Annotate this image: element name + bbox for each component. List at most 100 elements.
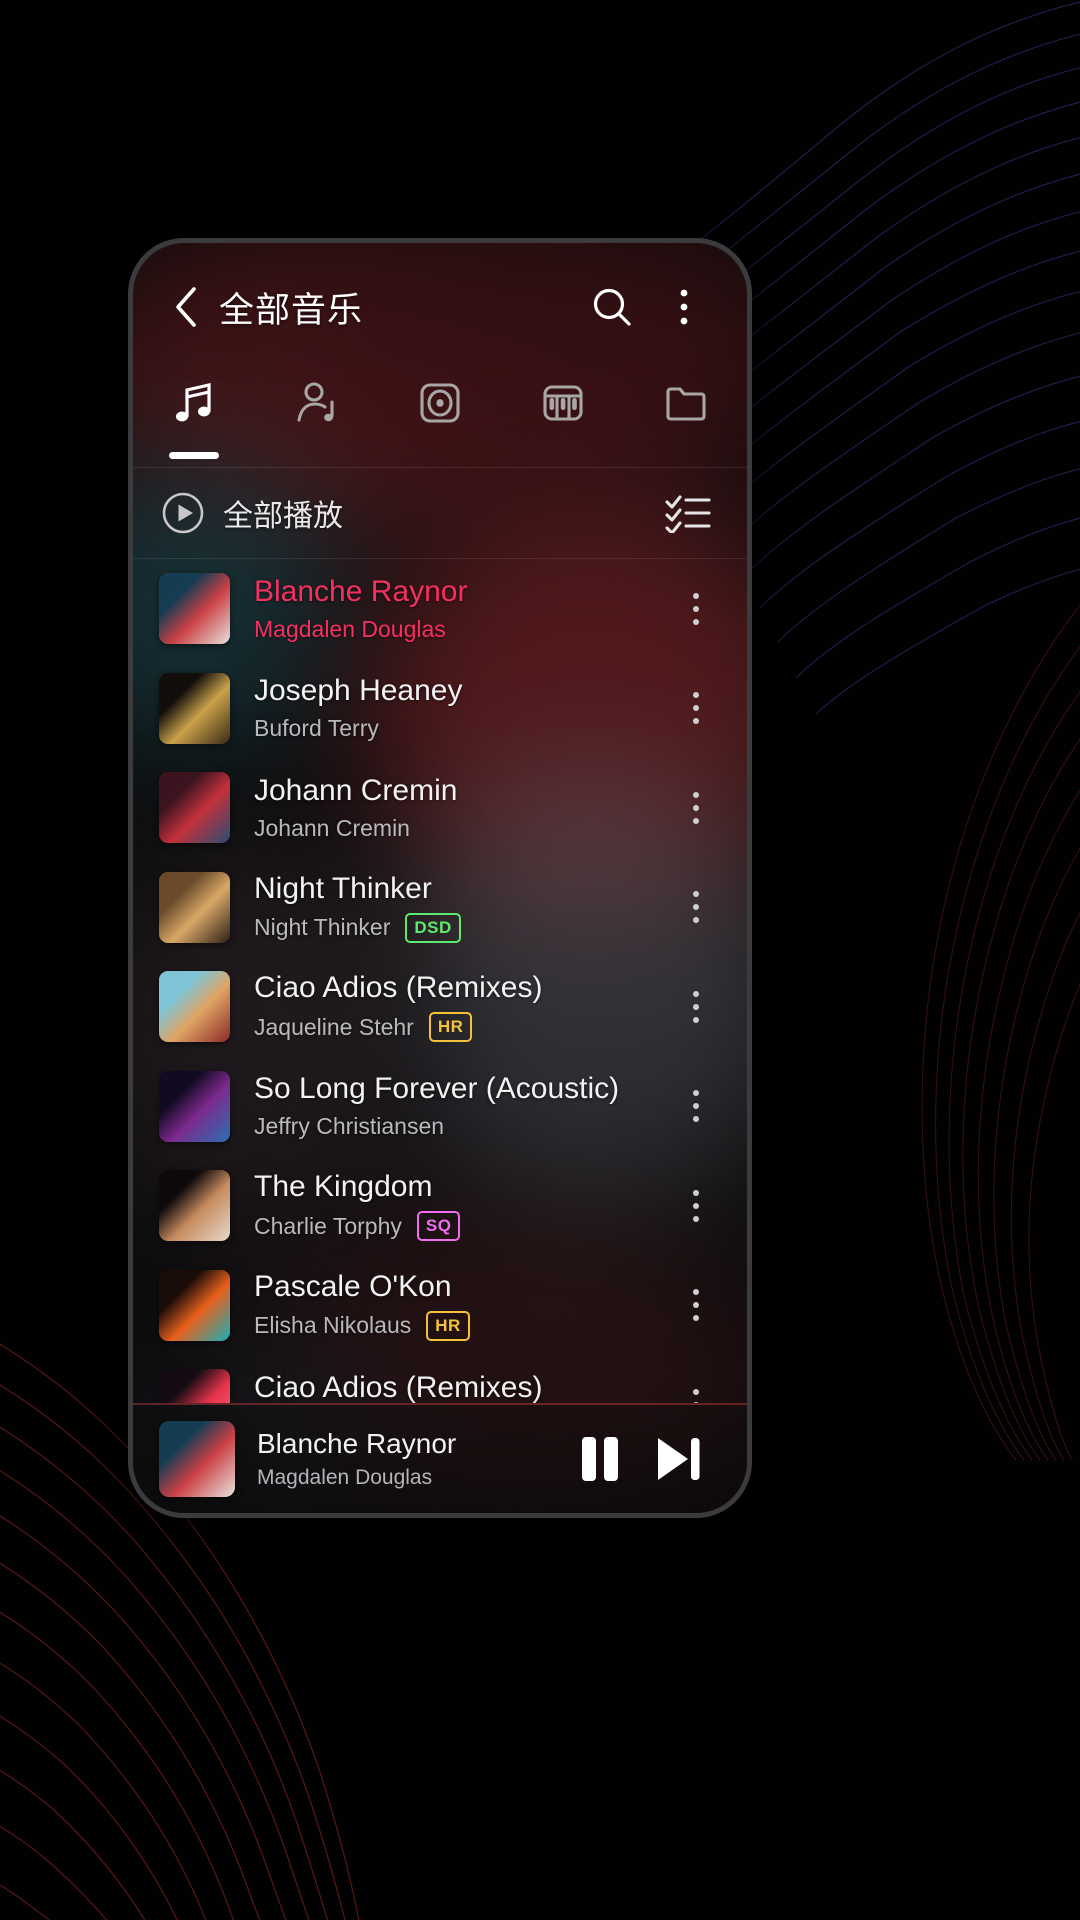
- track-artwork: [159, 1369, 230, 1403]
- app-bar: 全部音乐: [133, 243, 747, 371]
- track-artwork: [159, 1170, 230, 1242]
- now-playing-artist: Magdalen Douglas: [257, 1466, 433, 1489]
- track-artwork: [159, 672, 230, 744]
- track-row[interactable]: Ciao Adios (Remixes) Jaqueline Stehr HR: [133, 957, 747, 1057]
- more-vertical-icon: [693, 592, 699, 625]
- screenshot-root: 全部音乐 全部播放 Blanche Raynor Magdalen Dougla…: [0, 0, 1080, 1920]
- track-artist: Elisha Nikolaus: [254, 1312, 412, 1339]
- chevron-left-icon: [176, 287, 196, 327]
- track-subline: Buford Terry: [254, 715, 669, 742]
- now-playing-title: Blanche Raynor: [257, 1428, 457, 1459]
- track-artwork: [159, 871, 230, 943]
- track-artwork: [159, 1070, 230, 1142]
- track-overflow-button[interactable]: [669, 1069, 723, 1143]
- track-meta: The Kingdom Charlie Torphy SQ: [254, 1170, 669, 1242]
- track-overflow-button[interactable]: [669, 671, 723, 745]
- pause-icon: [582, 1437, 618, 1481]
- track-title: Ciao Adios (Remixes): [254, 1370, 543, 1403]
- now-playing-meta[interactable]: Blanche Raynor Magdalen Douglas: [257, 1428, 561, 1490]
- phone-device-frame: 全部音乐 全部播放 Blanche Raynor Magdalen Dougla…: [128, 238, 752, 1518]
- quality-badge-hr: HR: [428, 1012, 473, 1043]
- track-overflow-button[interactable]: [669, 1268, 723, 1342]
- search-button[interactable]: [583, 278, 641, 336]
- pause-button[interactable]: [561, 1420, 639, 1498]
- track-list[interactable]: Blanche Raynor Magdalen Douglas Joseph Hea…: [133, 559, 747, 1403]
- artist-icon: [292, 375, 342, 431]
- track-row[interactable]: Johann Cremin Johann Cremin: [133, 758, 747, 858]
- page-title: 全部音乐: [219, 290, 364, 330]
- tab-songs[interactable]: [133, 371, 256, 467]
- track-title: Blanche Raynor: [254, 574, 468, 608]
- play-all-bar: 全部播放: [133, 468, 747, 558]
- music-note-icon: [169, 375, 219, 431]
- multi-select-button[interactable]: [659, 484, 717, 542]
- next-track-button[interactable]: [639, 1420, 717, 1498]
- track-title: Johann Cremin: [254, 773, 458, 807]
- track-overflow-button[interactable]: [669, 771, 723, 845]
- topographic-lines-right: [921, 604, 1080, 1460]
- more-vertical-icon: [693, 692, 699, 725]
- overflow-menu-button[interactable]: [655, 278, 713, 336]
- track-row[interactable]: Joseph Heaney Buford Terry: [133, 659, 747, 759]
- track-artwork: [159, 772, 230, 844]
- track-row[interactable]: Pascale O'Kon Elisha Nikolaus HR: [133, 1256, 747, 1356]
- track-meta: Ciao Adios (Remixes) Jaqueline Stehr HR: [254, 971, 669, 1043]
- play-all-label: 全部播放: [223, 500, 343, 533]
- back-button[interactable]: [159, 280, 213, 334]
- track-subline: Magdalen Douglas: [254, 616, 669, 643]
- track-artist: Jeffry Christiansen: [254, 1113, 445, 1140]
- category-tab-bar: [133, 371, 747, 467]
- track-artist: Charlie Torphy: [254, 1212, 402, 1239]
- track-overflow-button[interactable]: [669, 1169, 723, 1243]
- now-playing-bar: Blanche Raynor Magdalen Douglas: [133, 1405, 747, 1513]
- track-meta: Pascale O'Kon Elisha Nikolaus HR: [254, 1270, 669, 1341]
- track-row[interactable]: Blanche Raynor Magdalen Douglas: [133, 559, 747, 659]
- track-subline: Night Thinker DSD: [254, 912, 669, 943]
- more-vertical-icon: [693, 1388, 699, 1403]
- track-overflow-button[interactable]: [669, 1368, 723, 1403]
- track-overflow-button[interactable]: [669, 970, 723, 1044]
- quality-badge-dsd: DSD: [405, 912, 461, 943]
- track-artist: Magdalen Douglas: [254, 615, 446, 642]
- track-meta: So Long Forever (Acoustic) Jeffry Christi…: [254, 1072, 669, 1140]
- track-title: So Long Forever (Acoustic): [254, 1072, 620, 1106]
- more-vertical-icon: [693, 1189, 699, 1222]
- track-meta: Blanche Raynor Magdalen Douglas: [254, 575, 669, 643]
- track-overflow-button[interactable]: [669, 870, 723, 944]
- track-artwork: [159, 573, 230, 645]
- track-title: Ciao Adios (Remixes): [254, 971, 543, 1005]
- tab-folders[interactable]: [624, 371, 747, 467]
- active-tab-indicator: [169, 452, 220, 459]
- track-meta: Night Thinker Night Thinker DSD: [254, 872, 669, 943]
- play-circle-icon: [162, 492, 204, 534]
- app-screen: 全部音乐 全部播放 Blanche Raynor Magdalen Dougla…: [133, 243, 747, 1513]
- skip-next-icon: [658, 1438, 700, 1480]
- quality-badge-sq: SQ: [416, 1211, 461, 1242]
- tab-genres[interactable]: [501, 371, 624, 467]
- now-playing-artwork[interactable]: [159, 1421, 235, 1497]
- track-title: The Kingdom: [254, 1170, 433, 1204]
- track-row[interactable]: Ciao Adios (Remixes)Willis Osinski: [133, 1355, 747, 1403]
- track-subline: Johann Cremin: [254, 815, 669, 842]
- track-subline: Elisha Nikolaus HR: [254, 1310, 669, 1341]
- tab-albums[interactable]: [379, 371, 502, 467]
- quality-badge-hr: HR: [426, 1310, 470, 1341]
- track-row[interactable]: Night Thinker Night Thinker DSD: [133, 858, 747, 958]
- folder-icon: [661, 375, 711, 431]
- play-all-button[interactable]: 全部播放: [161, 491, 343, 535]
- more-vertical-icon: [693, 1289, 699, 1322]
- track-artist: Buford Terry: [254, 715, 379, 742]
- track-artist: Jaqueline Stehr: [254, 1013, 414, 1040]
- track-row[interactable]: The Kingdom Charlie Torphy SQ: [133, 1156, 747, 1256]
- track-artwork: [159, 1269, 230, 1341]
- more-vertical-icon: [693, 891, 699, 924]
- track-subline: Charlie Torphy SQ: [254, 1211, 669, 1242]
- track-meta: Joseph Heaney Buford Terry: [254, 674, 669, 742]
- more-vertical-icon: [693, 990, 699, 1023]
- track-row[interactable]: So Long Forever (Acoustic) Jeffry Christi…: [133, 1057, 747, 1157]
- track-meta: Johann Cremin Johann Cremin: [254, 774, 669, 842]
- track-overflow-button[interactable]: [669, 572, 723, 646]
- piano-keys-icon: [538, 375, 588, 431]
- tab-artists[interactable]: [256, 371, 379, 467]
- track-title: Night Thinker: [254, 871, 432, 905]
